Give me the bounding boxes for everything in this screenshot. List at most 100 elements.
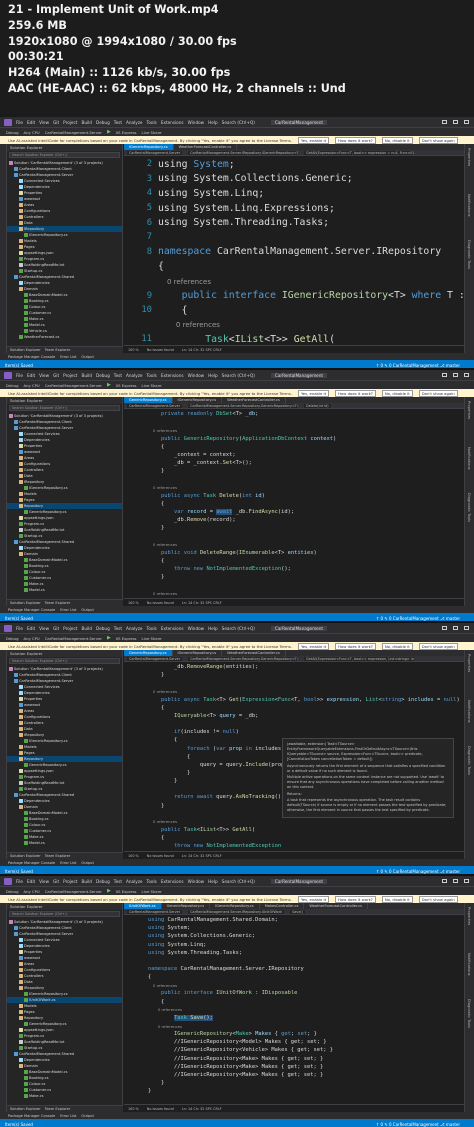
- right-tab-2[interactable]: Diagnostic Tools: [467, 746, 471, 775]
- right-tab-2[interactable]: Diagnostic Tools: [467, 240, 471, 269]
- menu-item-1[interactable]: Edit: [27, 120, 35, 125]
- nav-dropdown-1[interactable]: CarRentalManagement.Server.IRepository.I…: [188, 909, 285, 914]
- maximize-icon[interactable]: [453, 120, 458, 124]
- right-tab-2[interactable]: Diagnostic Tools: [467, 493, 471, 522]
- bottom-tab[interactable]: Package Manager Console: [8, 1114, 55, 1118]
- menu-item-1[interactable]: Edit: [27, 879, 35, 884]
- infobar-button-2[interactable]: No, disable it: [381, 136, 413, 144]
- toolbar-item-4[interactable]: Live Share: [142, 636, 162, 641]
- toolbar-item-3[interactable]: IIS Express: [116, 130, 137, 135]
- tree-item[interactable]: Model.cs: [7, 840, 122, 846]
- menu-item-7[interactable]: Test: [114, 879, 122, 884]
- nav-dropdown-1[interactable]: CarRentalManagement.Server.Repository.Ge…: [188, 403, 299, 408]
- explorer-tab-1[interactable]: Team Explorer: [45, 854, 71, 858]
- menu-item-9[interactable]: Tools: [147, 373, 157, 378]
- menu-item-10[interactable]: Extensions: [161, 120, 184, 125]
- editor-status-item[interactable]: 100 %: [128, 854, 139, 858]
- infobar-button-3[interactable]: Don't show again: [418, 895, 458, 903]
- menu-item-5[interactable]: Build: [81, 120, 92, 125]
- explorer-tab-0[interactable]: Solution Explorer: [10, 348, 41, 352]
- menu-item-3[interactable]: Git: [53, 879, 59, 884]
- bottom-tab[interactable]: Output: [81, 355, 93, 359]
- nav-dropdown-0[interactable]: CarRentalManagement.Server: [127, 909, 183, 914]
- infobar-button-1[interactable]: How does it work?: [335, 389, 376, 397]
- toolbar-item-4[interactable]: Live Share: [142, 383, 162, 388]
- bottom-tab[interactable]: Package Manager Console: [8, 355, 55, 359]
- infobar-button-1[interactable]: How does it work?: [335, 136, 376, 144]
- nav-dropdown-2[interactable]: GetAll(Expression<Func<T, bool>> express…: [304, 656, 415, 661]
- infobar-button-3[interactable]: Don't show again: [418, 642, 458, 650]
- explorer-tab-0[interactable]: Solution Explorer: [10, 1107, 41, 1111]
- bottom-tab[interactable]: Error List: [60, 608, 76, 612]
- menu-item-11[interactable]: Window: [188, 120, 205, 125]
- toolbar-item-0[interactable]: Debug: [6, 130, 19, 135]
- nav-dropdown-1[interactable]: CarRentalManagement.Server.IRepository.I…: [188, 150, 299, 155]
- menu-item-4[interactable]: Project: [63, 626, 77, 631]
- menu-item-10[interactable]: Extensions: [161, 373, 184, 378]
- source-control-status[interactable]: ↑ 0 ✎ 0 CarRentalManagement ⎇ master: [376, 869, 474, 874]
- menu-item-11[interactable]: Window: [188, 626, 205, 631]
- toolbar-item-3[interactable]: IIS Express: [116, 636, 137, 641]
- menu-item-9[interactable]: Tools: [147, 879, 157, 884]
- source-control-status[interactable]: ↑ 0 ✎ 0 CarRentalManagement ⎇ master: [376, 616, 474, 621]
- maximize-icon[interactable]: [453, 626, 458, 630]
- right-tab-1[interactable]: Notifications: [467, 953, 471, 976]
- menu-item-13[interactable]: Search (Ctrl+Q): [222, 373, 255, 378]
- close-icon[interactable]: [464, 626, 469, 630]
- infobar-button-3[interactable]: Don't show again: [418, 136, 458, 144]
- menu-item-5[interactable]: Build: [81, 879, 92, 884]
- toolbar-item-2[interactable]: CarRentalManagement.Server: [45, 889, 102, 894]
- bottom-tab[interactable]: Package Manager Console: [8, 861, 55, 865]
- menu-item-7[interactable]: Test: [114, 626, 122, 631]
- maximize-icon[interactable]: [453, 373, 458, 377]
- menu-item-10[interactable]: Extensions: [161, 879, 184, 884]
- menu-item-4[interactable]: Project: [63, 373, 77, 378]
- menu-item-5[interactable]: Build: [81, 373, 92, 378]
- menu-item-0[interactable]: File: [16, 120, 23, 125]
- menu-item-4[interactable]: Project: [63, 879, 77, 884]
- nav-dropdown-0[interactable]: CarRentalManagement.Server: [127, 403, 183, 408]
- nav-dropdown-2[interactable]: Save(): [290, 909, 306, 914]
- infobar-button-2[interactable]: No, disable it: [381, 642, 413, 650]
- toolbar-item-0[interactable]: Debug: [6, 889, 19, 894]
- toolbar-item-1[interactable]: Any CPU: [24, 889, 40, 894]
- bottom-tab[interactable]: Output: [81, 1114, 93, 1118]
- bottom-tab[interactable]: Error List: [60, 355, 76, 359]
- minimize-icon[interactable]: [442, 120, 447, 124]
- menu-item-6[interactable]: Debug: [96, 120, 110, 125]
- menu-item-1[interactable]: Edit: [27, 373, 35, 378]
- menu-item-3[interactable]: Git: [53, 373, 59, 378]
- toolbar-item-0[interactable]: Debug: [6, 383, 19, 388]
- solution-explorer-search[interactable]: Search Solution Explorer (Ctrl+;): [9, 911, 120, 917]
- menu-item-6[interactable]: Debug: [96, 879, 110, 884]
- explorer-tab-0[interactable]: Solution Explorer: [10, 854, 41, 858]
- run-icon[interactable]: ▶: [107, 129, 111, 135]
- infobar-button-1[interactable]: How does it work?: [335, 895, 376, 903]
- menu-item-10[interactable]: Extensions: [161, 626, 184, 631]
- menu-item-0[interactable]: File: [16, 373, 23, 378]
- menu-item-2[interactable]: View: [39, 626, 49, 631]
- toolbar-item-2[interactable]: CarRentalManagement.Server: [45, 636, 102, 641]
- menu-item-11[interactable]: Window: [188, 879, 205, 884]
- close-icon[interactable]: [464, 879, 469, 883]
- right-tab-0[interactable]: Properties: [467, 654, 471, 672]
- nav-dropdown-0[interactable]: CarRentalManagement.Server: [127, 656, 183, 661]
- menu-item-6[interactable]: Debug: [96, 626, 110, 631]
- minimize-icon[interactable]: [442, 373, 447, 377]
- menu-item-8[interactable]: Analyze: [126, 120, 143, 125]
- right-tab-0[interactable]: Properties: [467, 148, 471, 166]
- menu-item-2[interactable]: View: [39, 373, 49, 378]
- solution-explorer-search[interactable]: Search Solution Explorer (Ctrl+;): [9, 152, 120, 158]
- menu-item-0[interactable]: File: [16, 626, 23, 631]
- menu-item-3[interactable]: Git: [53, 626, 59, 631]
- bottom-tab[interactable]: Error List: [60, 861, 76, 865]
- toolbar-item-0[interactable]: Debug: [6, 636, 19, 641]
- menu-item-13[interactable]: Search (Ctrl+Q): [222, 626, 255, 631]
- menu-item-8[interactable]: Analyze: [126, 373, 143, 378]
- bottom-tab[interactable]: Output: [81, 861, 93, 865]
- menu-item-8[interactable]: Analyze: [126, 879, 143, 884]
- toolbar-item-1[interactable]: Any CPU: [24, 636, 40, 641]
- editor-status-item[interactable]: 100 %: [128, 348, 139, 352]
- menu-item-5[interactable]: Build: [81, 626, 92, 631]
- nav-dropdown-2[interactable]: Delete(int id): [304, 403, 331, 408]
